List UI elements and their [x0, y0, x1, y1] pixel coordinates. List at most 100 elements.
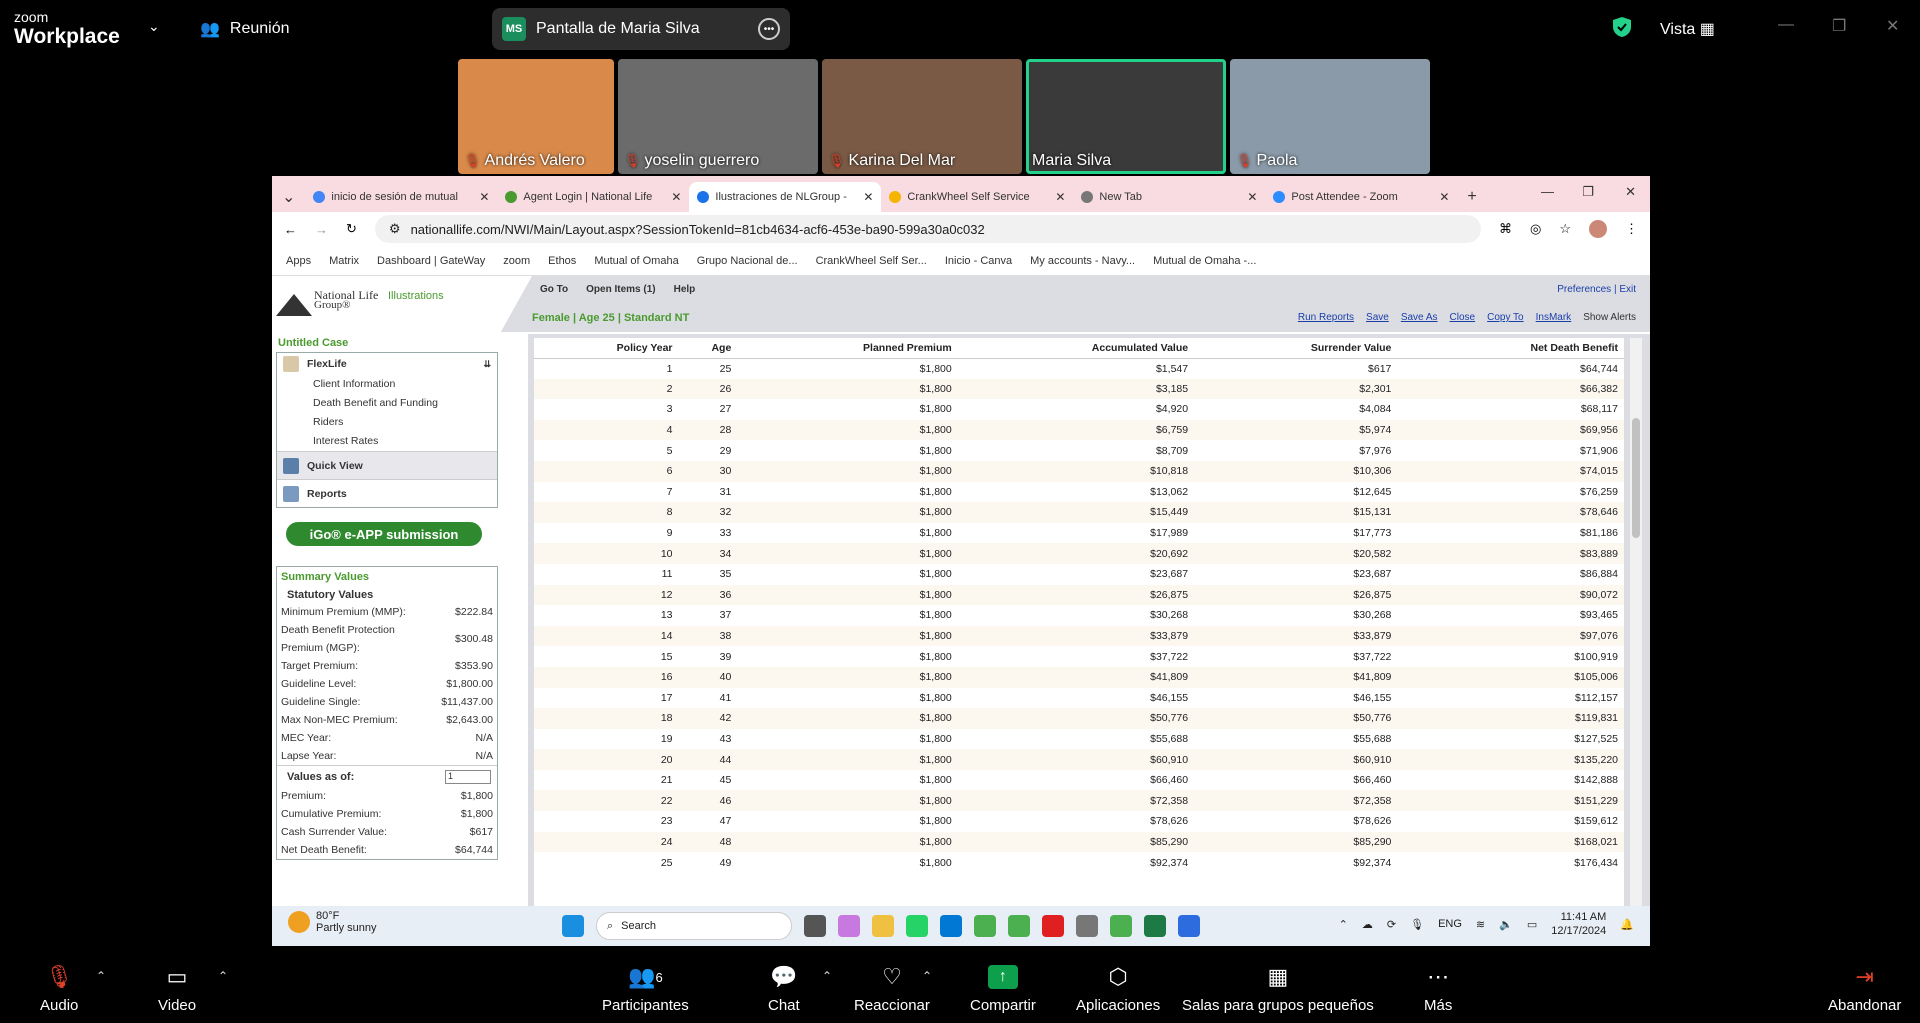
- show-alerts-button[interactable]: Show Alerts: [1583, 312, 1636, 323]
- nav-item[interactable]: Riders: [277, 413, 497, 432]
- video-button[interactable]: ▭ Video: [158, 963, 196, 1014]
- more-options-icon[interactable]: •••: [758, 18, 780, 40]
- igo-eapp-button[interactable]: iGo® e-APP submission: [286, 522, 482, 546]
- tab-close-icon[interactable]: ✕: [863, 190, 873, 204]
- case-action-link[interactable]: Run Reports: [1298, 312, 1354, 323]
- clock[interactable]: 11:41 AM 12/17/2024: [1551, 910, 1606, 938]
- browser-tab[interactable]: Post Attendee - Zoom ✕: [1265, 182, 1457, 212]
- participant-tile[interactable]: 🎙 Andrés Valero: [458, 59, 614, 174]
- whatsapp-icon[interactable]: [906, 915, 928, 937]
- task-view-icon[interactable]: [804, 915, 826, 937]
- bookmark-item[interactable]: Grupo Nacional de...: [697, 255, 798, 267]
- nav-item[interactable]: Death Benefit and Funding: [277, 394, 497, 413]
- battery-icon[interactable]: ▭: [1527, 918, 1537, 931]
- taskbar-search[interactable]: ⌕ Search: [596, 912, 792, 940]
- tab-close-icon[interactable]: ✕: [1055, 190, 1065, 204]
- case-action-link[interactable]: Save As: [1401, 312, 1438, 323]
- tab-search-icon[interactable]: ⌄: [272, 182, 305, 212]
- values-as-of-input[interactable]: 1: [445, 769, 491, 784]
- acrobat-icon[interactable]: [1042, 915, 1064, 937]
- react-options-caret[interactable]: ⌃: [922, 969, 932, 983]
- chat-button[interactable]: 💬 Chat: [768, 963, 800, 1014]
- top-menu-item[interactable]: Help: [674, 284, 696, 295]
- nav-item[interactable]: Interest Rates: [277, 432, 497, 451]
- browser-tab[interactable]: Agent Login | National Life ✕: [497, 182, 689, 212]
- meeting-info-button[interactable]: 👥 Reunión: [200, 19, 290, 39]
- copilot-icon[interactable]: [838, 915, 860, 937]
- windows-start-icon[interactable]: [562, 915, 584, 937]
- leave-button[interactable]: ⇥ Abandonar: [1828, 963, 1901, 1014]
- column-header[interactable]: Surrender Value: [1194, 338, 1398, 359]
- case-action-link[interactable]: Close: [1450, 312, 1476, 323]
- table-scrollbar[interactable]: [1630, 338, 1642, 906]
- nav-item[interactable]: Client Information: [277, 375, 497, 394]
- column-header[interactable]: Policy Year: [534, 338, 679, 359]
- case-action-link[interactable]: InsMark: [1536, 312, 1572, 323]
- sync-icon[interactable]: ⟳: [1387, 918, 1396, 931]
- volume-icon[interactable]: 🔈: [1499, 918, 1513, 931]
- audio-button[interactable]: 🎙 Audio: [40, 963, 78, 1014]
- participants-button[interactable]: 👥 6 Participantes: [602, 963, 689, 1014]
- view-button[interactable]: Vista ▦: [1660, 19, 1715, 39]
- cloud-icon[interactable]: ☁: [1362, 918, 1373, 931]
- profile-avatar[interactable]: [1589, 220, 1607, 238]
- top-menu-item[interactable]: Go To: [540, 284, 568, 295]
- case-action-link[interactable]: Save: [1366, 312, 1389, 323]
- security-shield-icon[interactable]: [1612, 16, 1632, 38]
- scrollbar-thumb[interactable]: [1632, 418, 1640, 538]
- breakout-rooms-button[interactable]: ▦ Salas para grupos pequeños: [1182, 963, 1374, 1014]
- bookmark-item[interactable]: Mutual of Omaha: [594, 255, 678, 267]
- chevron-up-icon[interactable]: ⌃: [1339, 918, 1348, 931]
- bookmark-item[interactable]: zoom: [503, 255, 530, 267]
- share-button[interactable]: ↑ Compartir: [970, 963, 1036, 1014]
- tab-close-icon[interactable]: ✕: [479, 190, 489, 204]
- column-header[interactable]: Planned Premium: [737, 338, 958, 359]
- participant-tile[interactable]: Maria Silva: [1026, 59, 1226, 174]
- screen-share-indicator[interactable]: MS Pantalla de Maria Silva •••: [492, 8, 790, 50]
- participant-tile[interactable]: 🎙 Paola: [1230, 59, 1430, 174]
- outlook-icon[interactable]: [940, 915, 962, 937]
- react-button[interactable]: ♡ Reaccionar: [854, 963, 930, 1014]
- browser-tab[interactable]: Ilustraciones de NLGroup - ✕: [689, 182, 882, 212]
- back-icon[interactable]: ←: [284, 222, 297, 237]
- tab-close-icon[interactable]: ✕: [671, 190, 681, 204]
- chrome-profile-icon[interactable]: [1008, 915, 1030, 937]
- apps-button[interactable]: ⬡ Aplicaciones: [1076, 963, 1160, 1014]
- chevron-down-icon[interactable]: ⌄: [148, 18, 160, 35]
- url-field[interactable]: ⚙ nationallife.com/NWI/Main/Layout.aspx?S…: [374, 215, 1481, 243]
- weather-widget[interactable]: 80°F Partly sunny: [288, 910, 377, 934]
- bookmark-item[interactable]: CrankWheel Self Ser...: [816, 255, 927, 267]
- minimize-icon[interactable]: —: [1541, 184, 1554, 199]
- browser-tab[interactable]: New Tab ✕: [1073, 182, 1265, 212]
- star-icon[interactable]: ☆: [1559, 221, 1571, 237]
- column-header[interactable]: Age: [678, 338, 738, 359]
- restore-icon[interactable]: ❐: [1832, 16, 1846, 36]
- tab-close-icon[interactable]: ✕: [1439, 190, 1449, 204]
- close-icon[interactable]: ✕: [1886, 16, 1899, 36]
- browser-tab[interactable]: inicio de sesión de mutual ✕: [305, 182, 497, 212]
- preferences-link[interactable]: Preferences: [1557, 284, 1611, 295]
- bookmark-item[interactable]: My accounts - Navy...: [1030, 255, 1135, 267]
- microphone-icon[interactable]: 🎙: [1410, 918, 1424, 931]
- exit-link[interactable]: Exit: [1619, 284, 1636, 295]
- collapse-icon[interactable]: ⇊: [483, 359, 491, 370]
- bookmark-item[interactable]: Mutual de Omaha -...: [1153, 255, 1256, 267]
- file-explorer-icon[interactable]: [872, 915, 894, 937]
- participant-tile[interactable]: 🎙 yoselin guerrero: [618, 59, 818, 174]
- translate-icon[interactable]: ⌘: [1499, 221, 1512, 237]
- new-tab-button[interactable]: +: [1457, 182, 1486, 212]
- minimize-icon[interactable]: —: [1778, 16, 1794, 34]
- forward-icon[interactable]: →: [315, 222, 328, 237]
- wifi-icon[interactable]: ≋: [1476, 918, 1485, 931]
- tab-close-icon[interactable]: ✕: [1247, 190, 1257, 204]
- reload-icon[interactable]: ↻: [346, 221, 357, 237]
- top-menu-item[interactable]: Open Items (1): [586, 284, 655, 295]
- restore-icon[interactable]: ❐: [1582, 184, 1594, 200]
- product-flexlife[interactable]: FlexLife ⇊: [277, 353, 497, 375]
- column-header[interactable]: Accumulated Value: [957, 338, 1195, 359]
- zoom-app-icon[interactable]: [1178, 915, 1200, 937]
- nav-quick-view[interactable]: Quick View: [277, 451, 497, 479]
- bookmark-item[interactable]: Apps: [286, 255, 311, 267]
- browser-tab[interactable]: CrankWheel Self Service ✕: [881, 182, 1073, 212]
- settings-icon[interactable]: [1076, 915, 1098, 937]
